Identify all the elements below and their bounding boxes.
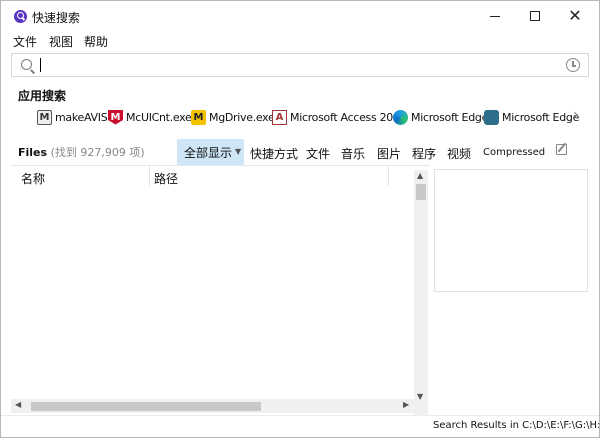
search-icon <box>21 59 32 70</box>
minimize-button[interactable] <box>477 1 513 31</box>
app-item-label: Microsoft Edge <box>411 110 489 124</box>
filter-programs[interactable]: 程序 <box>412 145 436 162</box>
app-item-mgdrive[interactable]: M MgDrive.exe <box>191 107 275 127</box>
status-text: Search Results in C:\D:\E:\F:\G:\H:\ <box>433 420 600 431</box>
title-bar: 快速搜索 ✕ <box>1 1 599 31</box>
scroll-up-icon[interactable]: ▲ <box>417 171 423 180</box>
filter-all-dropdown[interactable]: 全部显示 ▼ <box>177 139 244 165</box>
column-header-path[interactable]: 路径 <box>154 170 178 187</box>
minimize-icon <box>490 15 500 17</box>
status-bar: Search Results in C:\D:\E:\F:\G:\H:\ <box>1 415 599 437</box>
edit-icon[interactable] <box>556 144 567 155</box>
edge-app-icon <box>484 109 499 125</box>
scroll-down-icon[interactable]: ▼ <box>417 392 423 401</box>
scroll-right-icon[interactable]: ▶ <box>403 400 409 409</box>
files-label: Files <box>18 146 48 159</box>
filter-images[interactable]: 图片 <box>377 145 401 162</box>
scrollbar-thumb[interactable] <box>31 402 261 411</box>
close-button[interactable]: ✕ <box>557 1 593 31</box>
vertical-scrollbar[interactable]: ▲ ▼ <box>414 170 428 416</box>
chevron-down-icon: ▼ <box>235 147 242 156</box>
mgdrive-app-icon: M <box>191 109 206 125</box>
access-app-icon: A <box>272 109 287 125</box>
menu-bar: 文件 视图 帮助 <box>1 31 599 51</box>
app-item-label: MgDrive.exe <box>209 110 275 124</box>
search-app-icon <box>14 10 27 23</box>
horizontal-scrollbar[interactable]: ◀ ▶ <box>11 399 414 413</box>
text-caret <box>40 58 41 72</box>
maximize-icon <box>530 11 540 21</box>
window-title: 快速搜索 <box>32 11 81 25</box>
app-item-access[interactable]: A Microsoft Access 2010 <box>272 107 407 127</box>
app-item-edge[interactable]: Microsoft Edge <box>393 107 488 127</box>
results-list: 名称 路径 ▲ ▼ <box>11 165 430 416</box>
filter-shortcuts[interactable]: 快捷方式 <box>250 145 298 162</box>
app-item-makeavis[interactable]: M makeAVIS <box>37 107 108 127</box>
app-item-label: Microsoft Edge <box>502 110 580 124</box>
app-results-row: M makeAVIS M McUICnt.exe M MgDrive.exe A… <box>37 107 587 127</box>
app-search-heading: 应用搜索 <box>18 89 67 103</box>
search-bar <box>11 53 589 77</box>
app-item-edge-2[interactable]: Microsoft Edge <box>484 107 579 127</box>
column-divider[interactable] <box>149 166 150 186</box>
scroll-left-icon[interactable]: ◀ <box>15 400 21 409</box>
history-icon[interactable] <box>566 58 580 72</box>
filter-compressed[interactable]: Compressed <box>483 147 545 158</box>
app-item-label: McUICnt.exe <box>126 110 192 124</box>
menu-help[interactable]: 帮助 <box>84 33 108 50</box>
close-icon: ✕ <box>568 6 582 25</box>
app-item-label: makeAVIS <box>55 110 108 124</box>
files-count: (找到 927,909 项) <box>50 146 145 159</box>
app-item-mcuicnt[interactable]: M McUICnt.exe <box>108 107 192 127</box>
chevron-right-icon[interactable]: › <box>573 107 579 123</box>
menu-view[interactable]: 视图 <box>49 33 73 50</box>
filter-all-label: 全部显示 <box>184 145 233 160</box>
menu-file[interactable]: 文件 <box>13 33 37 50</box>
mcafee-app-icon: M <box>108 109 123 125</box>
filter-videos[interactable]: 视频 <box>447 145 471 162</box>
maximize-button[interactable] <box>517 1 553 31</box>
makeavis-app-icon: M <box>37 109 52 125</box>
app-item-label: Microsoft Access 2010 <box>290 110 407 124</box>
column-divider[interactable] <box>388 166 389 186</box>
search-input[interactable] <box>39 56 559 74</box>
scrollbar-thumb[interactable] <box>416 184 426 200</box>
filter-files[interactable]: 文件 <box>306 145 330 162</box>
column-header-name[interactable]: 名称 <box>21 170 45 187</box>
preview-pane <box>434 169 588 292</box>
filter-music[interactable]: 音乐 <box>341 145 365 162</box>
edge-app-icon <box>393 109 408 125</box>
files-summary: Files (找到 927,909 项) <box>18 144 145 160</box>
app-window: 快速搜索 ✕ 文件 视图 帮助 应用搜索 M makeAVIS M McUICn… <box>0 0 600 438</box>
